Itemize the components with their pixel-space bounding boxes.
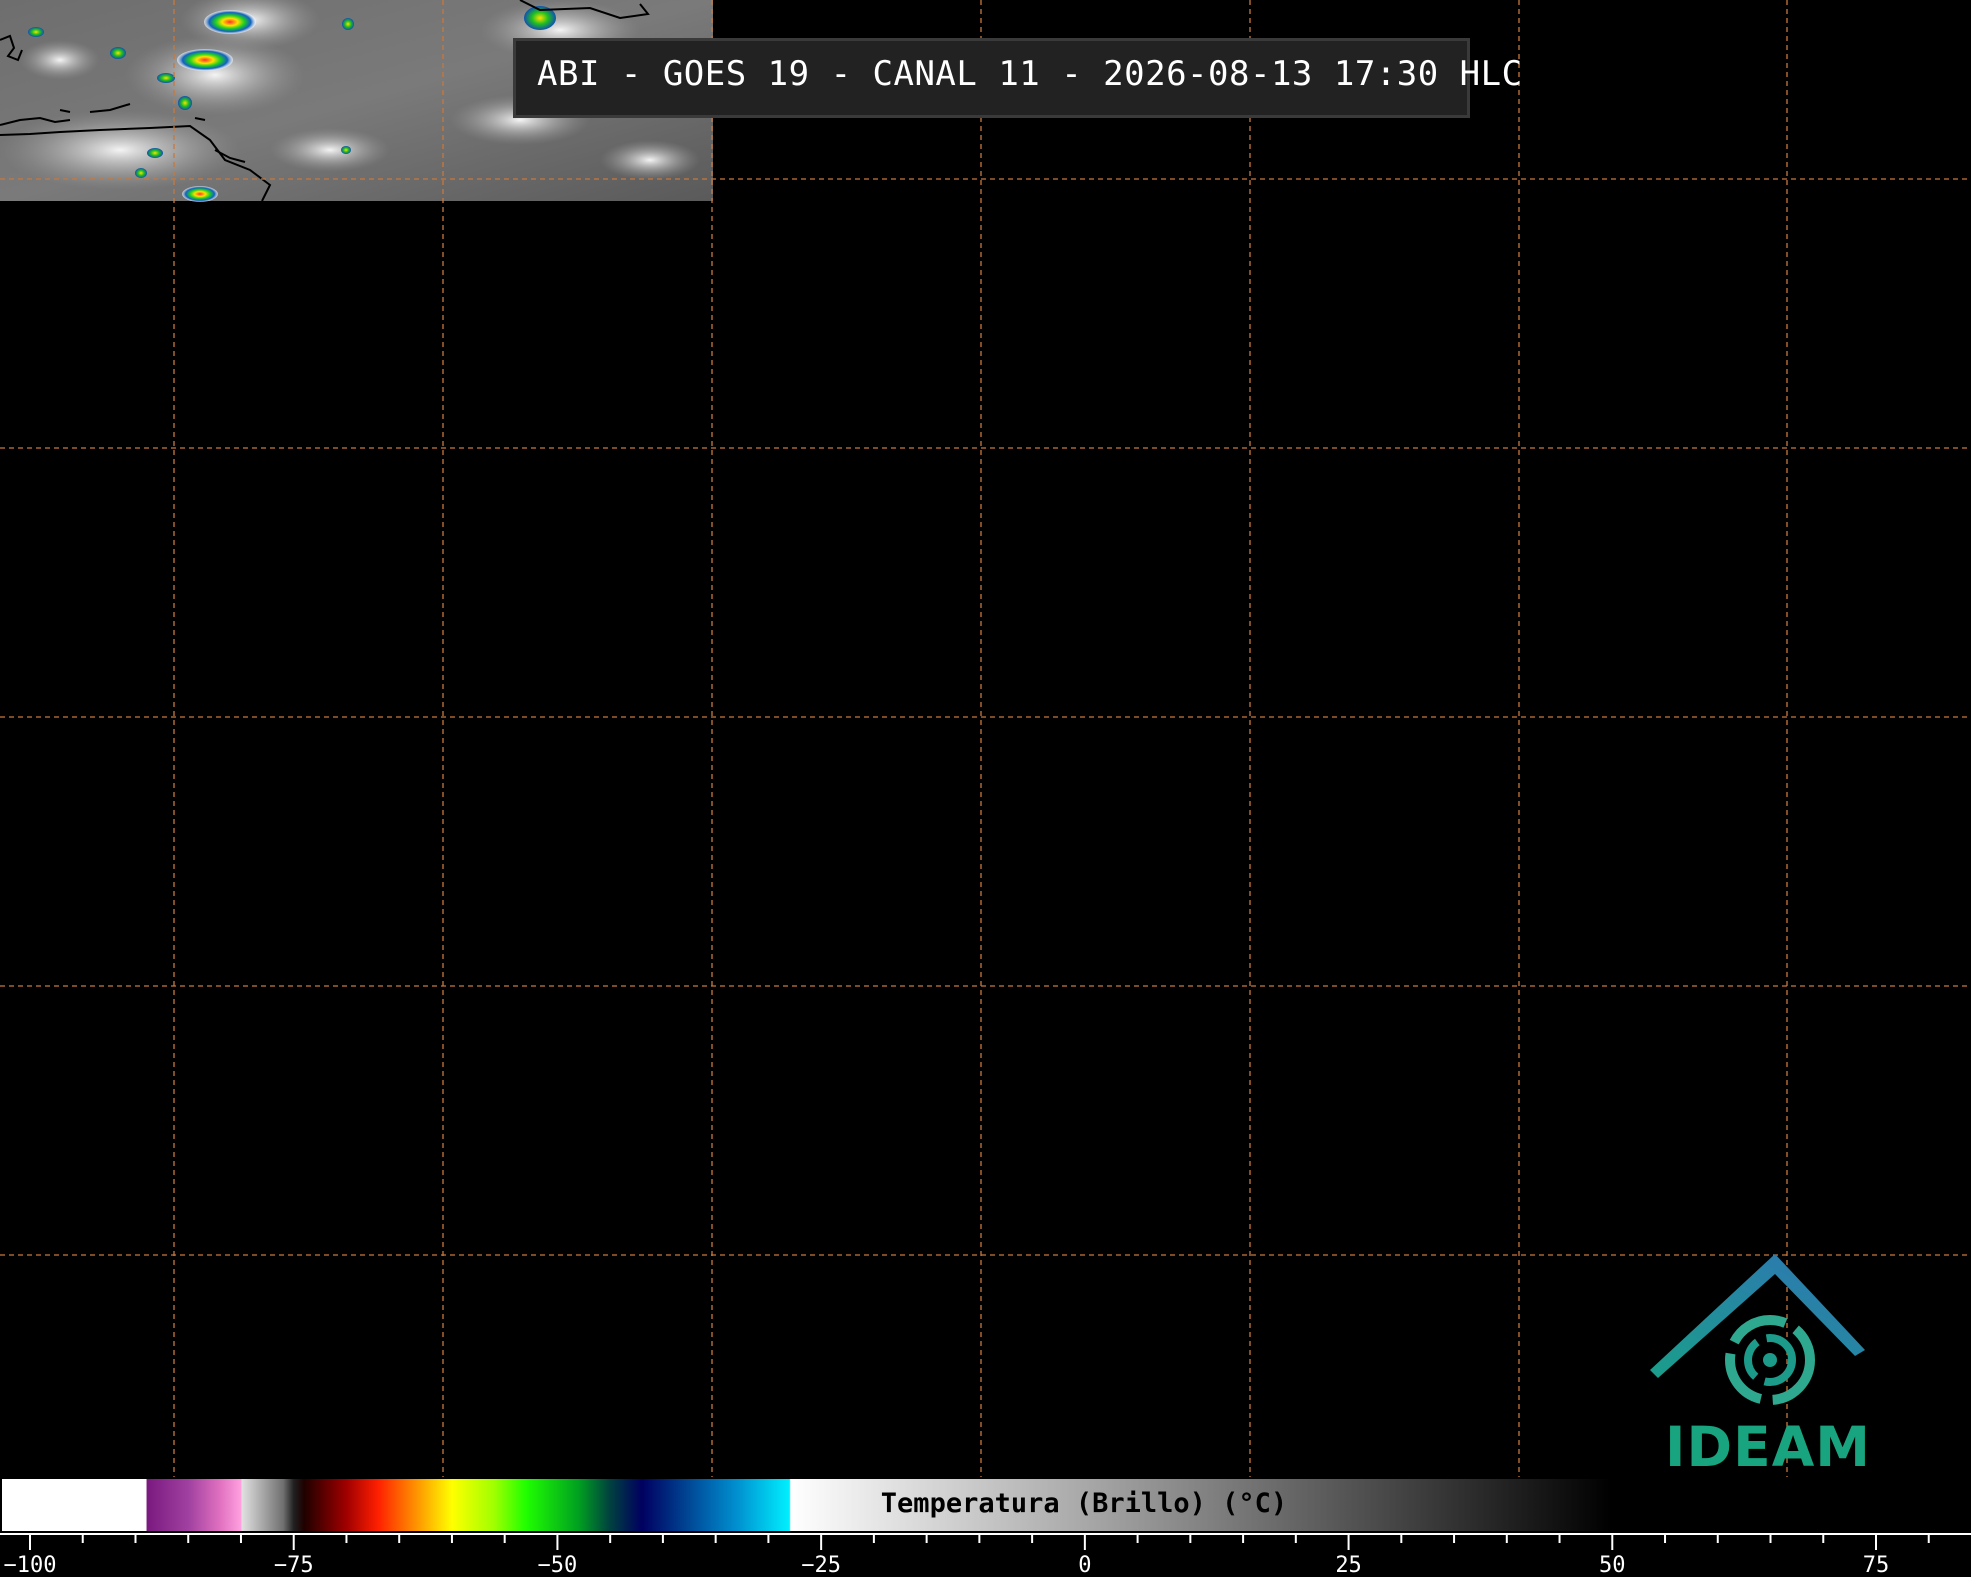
image-title: ABI - GOES 19 - CANAL 11 - 2026-08-13 17… xyxy=(537,54,1523,94)
colorbar-tick-label: −50 xyxy=(538,1553,578,1577)
colorbar-tick-label: −25 xyxy=(801,1553,841,1577)
colorbar-tick-label: 75 xyxy=(1863,1553,1890,1577)
colorbar: −100 −75 −50 −25 0 25 50 75 xyxy=(0,1477,1971,1577)
colorbar-gradient xyxy=(1,1478,1613,1532)
colorbar-tick-label: −100 xyxy=(4,1553,57,1577)
ideam-logo-text: IDEAM xyxy=(1665,1415,1871,1479)
colorbar-tick-label: 50 xyxy=(1599,1553,1626,1577)
colorbar-tick-label: 0 xyxy=(1078,1553,1091,1577)
colorbar-fill xyxy=(1,1478,1613,1532)
colorbar-tick-label: −75 xyxy=(274,1553,314,1577)
colorbar-ticks: −100 −75 −50 −25 0 25 50 75 xyxy=(0,1533,1971,1577)
ideam-logo xyxy=(1650,1254,1865,1405)
colorbar-tick-label: 25 xyxy=(1335,1553,1362,1577)
